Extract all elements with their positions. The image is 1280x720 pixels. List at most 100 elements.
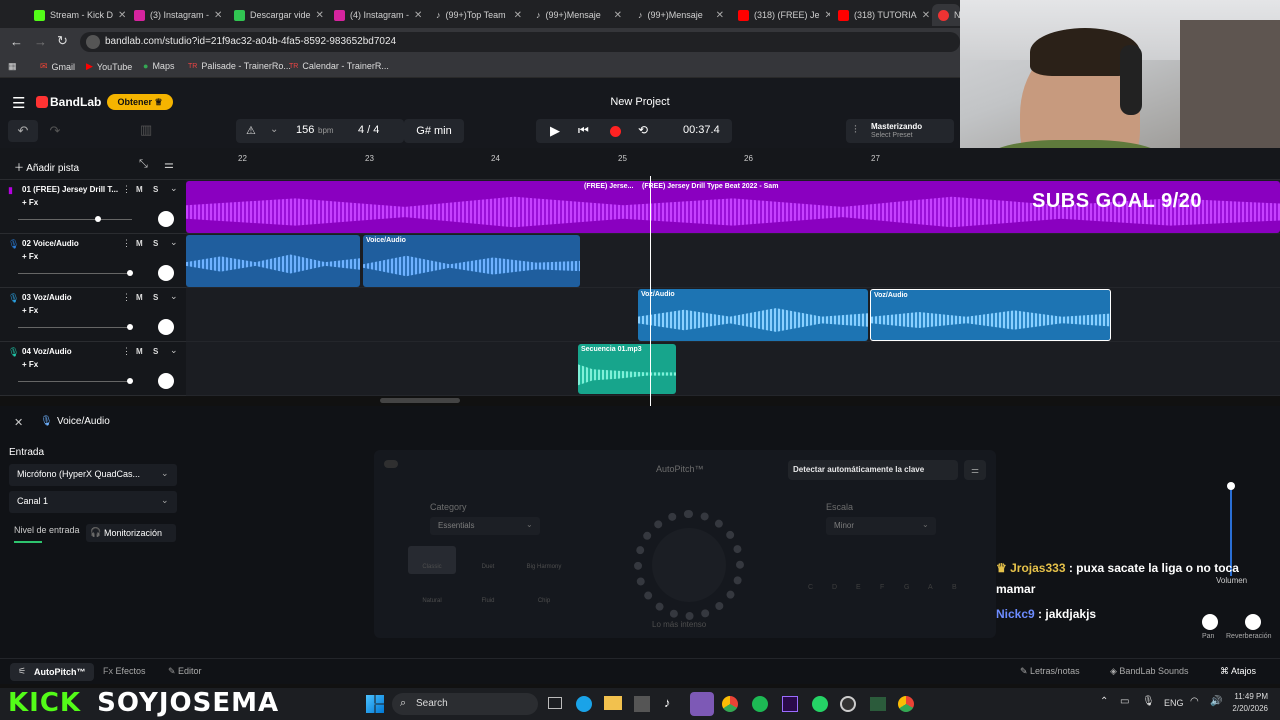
autopitch-toggle[interactable] bbox=[384, 460, 398, 468]
solo-button[interactable]: S bbox=[153, 239, 158, 248]
key-selector[interactable]: G# min bbox=[404, 119, 464, 143]
track-header[interactable]: 🎙 02 Voice/Audio + Fx ⋮ M S ⌄ bbox=[0, 234, 186, 288]
audio-clip[interactable]: Secuencia 01.mp3 bbox=[578, 344, 676, 394]
url-field[interactable]: bandlab.com/studio?id=21f9ac32-a04b-4fa5… bbox=[80, 32, 960, 52]
spotify-icon[interactable] bbox=[752, 696, 768, 712]
browser-tab[interactable]: ♪ (99+)Mensaje ✕ bbox=[632, 4, 730, 26]
bookmark-palisade[interactable]: TR Palisade - TrainerRo... bbox=[188, 61, 291, 71]
add-track-button[interactable]: ＋ Añadir pista bbox=[14, 159, 79, 174]
bookmark-calendar[interactable]: TR Calendar - TrainerR... bbox=[289, 61, 389, 71]
close-icon[interactable]: ✕ bbox=[614, 10, 622, 21]
solo-button[interactable]: S bbox=[153, 293, 158, 302]
chevron-down-icon[interactable]: ⌄ bbox=[170, 237, 178, 248]
track-name[interactable]: 02 Voice/Audio bbox=[22, 239, 79, 248]
store-icon[interactable] bbox=[634, 696, 650, 712]
chevron-down-icon[interactable]: ⌄ bbox=[270, 124, 278, 135]
solo-button[interactable]: S bbox=[153, 347, 158, 356]
chevron-down-icon[interactable]: ⌄ bbox=[170, 183, 178, 194]
rewind-button[interactable]: ⏮ bbox=[578, 123, 589, 138]
volume-handle[interactable] bbox=[127, 324, 133, 330]
bookmark-maps[interactable]: ● Maps bbox=[143, 61, 174, 71]
effects-tab[interactable]: Fx Efectos bbox=[103, 666, 146, 676]
close-icon[interactable]: ✕ bbox=[514, 10, 522, 21]
bpm-value[interactable]: 156 bbox=[296, 124, 314, 136]
browser-tab[interactable]: ♪ (99+)Top Team ✕ bbox=[430, 4, 528, 26]
redo-button[interactable]: ↷ bbox=[40, 120, 70, 142]
chrome-icon[interactable] bbox=[898, 696, 914, 712]
track-lane[interactable]: (FREE) Jerse... (FREE) Jersey Drill Type… bbox=[186, 180, 1280, 234]
timeline-ruler[interactable]: ＋ Añadir pista ⤡ ⚌ 22 23 24 25 26 27 bbox=[0, 148, 1280, 180]
browser-tab[interactable]: (4) Instagram - ✕ bbox=[328, 4, 426, 26]
note-key[interactable]: A bbox=[928, 584, 933, 591]
preset-chip[interactable]: Chip bbox=[520, 580, 568, 608]
settings-icon[interactable]: ⚌ bbox=[964, 460, 986, 480]
preset-natural[interactable]: Natural bbox=[408, 580, 456, 608]
play-button[interactable]: ▶ bbox=[550, 123, 560, 139]
track-name[interactable]: 03 Voz/Audio bbox=[22, 293, 72, 302]
browser-tab[interactable]: Stream - Kick D ✕ bbox=[28, 4, 126, 26]
premiere-icon[interactable] bbox=[782, 696, 798, 712]
bandlab-sounds-button[interactable]: ◈ BandLab Sounds bbox=[1110, 666, 1188, 677]
browser-tab[interactable]: Descargar vide ✕ bbox=[228, 4, 326, 26]
chevron-down-icon[interactable]: ⌄ bbox=[170, 291, 178, 302]
track-header[interactable]: 🎙 03 Voz/Audio + Fx ⋮ M S ⌄ bbox=[0, 288, 186, 342]
category-select[interactable]: Essentials ⌄ bbox=[430, 517, 540, 535]
discord-icon[interactable] bbox=[690, 692, 714, 716]
volume-handle[interactable] bbox=[127, 378, 133, 384]
clock-time[interactable]: 11:49 PM bbox=[1232, 692, 1268, 701]
lyrics-button[interactable]: ✎ Letras/notas bbox=[1020, 666, 1080, 677]
audio-clip[interactable]: Voz/Audio bbox=[638, 289, 868, 341]
piano-icon[interactable]: ▥ bbox=[140, 122, 152, 138]
close-icon[interactable]: ✕ bbox=[316, 10, 324, 21]
mute-button[interactable]: M bbox=[136, 293, 143, 302]
windows-start-icon[interactable] bbox=[366, 695, 384, 713]
more-icon[interactable]: ⋮ bbox=[122, 346, 131, 357]
close-icon[interactable]: ✕ bbox=[414, 10, 422, 21]
pan-knob[interactable] bbox=[158, 211, 174, 227]
chevron-down-icon[interactable]: ⌄ bbox=[170, 345, 178, 356]
audio-clip[interactable]: Voice/Audio bbox=[363, 235, 580, 287]
add-fx-button[interactable]: + Fx bbox=[22, 252, 38, 261]
channel-select[interactable]: Canal 1 ⌄ bbox=[9, 491, 177, 513]
audio-clip-selected[interactable]: Voz/Audio bbox=[870, 289, 1111, 341]
note-key[interactable]: G bbox=[904, 584, 909, 591]
shortcuts-button[interactable]: ⌘ Atajos bbox=[1220, 666, 1256, 677]
close-icon[interactable]: ✕ bbox=[922, 10, 930, 21]
bookmark-gmail[interactable]: ✉ Gmail bbox=[40, 61, 75, 72]
apps-icon[interactable]: ▦ bbox=[8, 61, 17, 72]
chrome-icon[interactable] bbox=[722, 696, 738, 712]
track-lane[interactable]: Voz/Audio Voz/Audio bbox=[186, 288, 1280, 342]
volume-slider[interactable] bbox=[18, 219, 132, 220]
note-key[interactable]: E bbox=[856, 584, 861, 591]
browser-tab[interactable]: (3) Instagram - ✕ bbox=[128, 4, 226, 26]
taskbar-search[interactable]: ⌕ Search bbox=[392, 693, 538, 715]
track-lane[interactable]: Secuencia 01.mp3 bbox=[186, 342, 1280, 396]
pan-knob[interactable] bbox=[158, 265, 174, 281]
reload-icon[interactable]: ↻ bbox=[57, 33, 68, 49]
volume-slider[interactable] bbox=[18, 327, 132, 328]
automation-icon[interactable]: ⤡ bbox=[139, 158, 148, 171]
undo-button[interactable]: ↶ bbox=[8, 120, 38, 142]
detect-key-button[interactable]: Detectar automáticamente la clave bbox=[788, 460, 958, 480]
volume-slider[interactable] bbox=[18, 273, 132, 274]
site-info-icon[interactable] bbox=[86, 35, 100, 49]
track-name[interactable]: 04 Voz/Audio bbox=[22, 347, 72, 356]
volume-handle[interactable] bbox=[127, 270, 133, 276]
bookmark-youtube[interactable]: ▶ YouTube bbox=[86, 61, 132, 72]
close-icon[interactable]: ✕ bbox=[14, 416, 23, 429]
tiktok-icon[interactable]: ♪ bbox=[664, 695, 671, 710]
language-indicator[interactable]: ENG bbox=[1164, 698, 1184, 708]
metronome-icon[interactable]: ⚠ bbox=[246, 124, 256, 137]
close-icon[interactable]: ✕ bbox=[118, 10, 126, 21]
preset-fluid[interactable]: Fluid bbox=[464, 580, 512, 608]
autopitch-tab[interactable]: ⚟ AutoPitch™ bbox=[10, 663, 94, 681]
track-header[interactable]: ▮ 01 (FREE) Jersey Drill T... + Fx ⋮ M S… bbox=[0, 180, 186, 234]
back-icon[interactable]: ← bbox=[10, 34, 23, 49]
volume-icon[interactable]: 🔊 bbox=[1210, 696, 1222, 707]
obtener-button[interactable]: Obtener ♕ bbox=[107, 94, 173, 110]
app-icon[interactable] bbox=[870, 697, 886, 711]
add-fx-button[interactable]: + Fx bbox=[22, 306, 38, 315]
preset-big-harmony[interactable]: Big Harmony bbox=[520, 546, 568, 574]
preset-duet[interactable]: Duet bbox=[464, 546, 512, 574]
network-icon[interactable]: ▭ bbox=[1120, 696, 1129, 707]
